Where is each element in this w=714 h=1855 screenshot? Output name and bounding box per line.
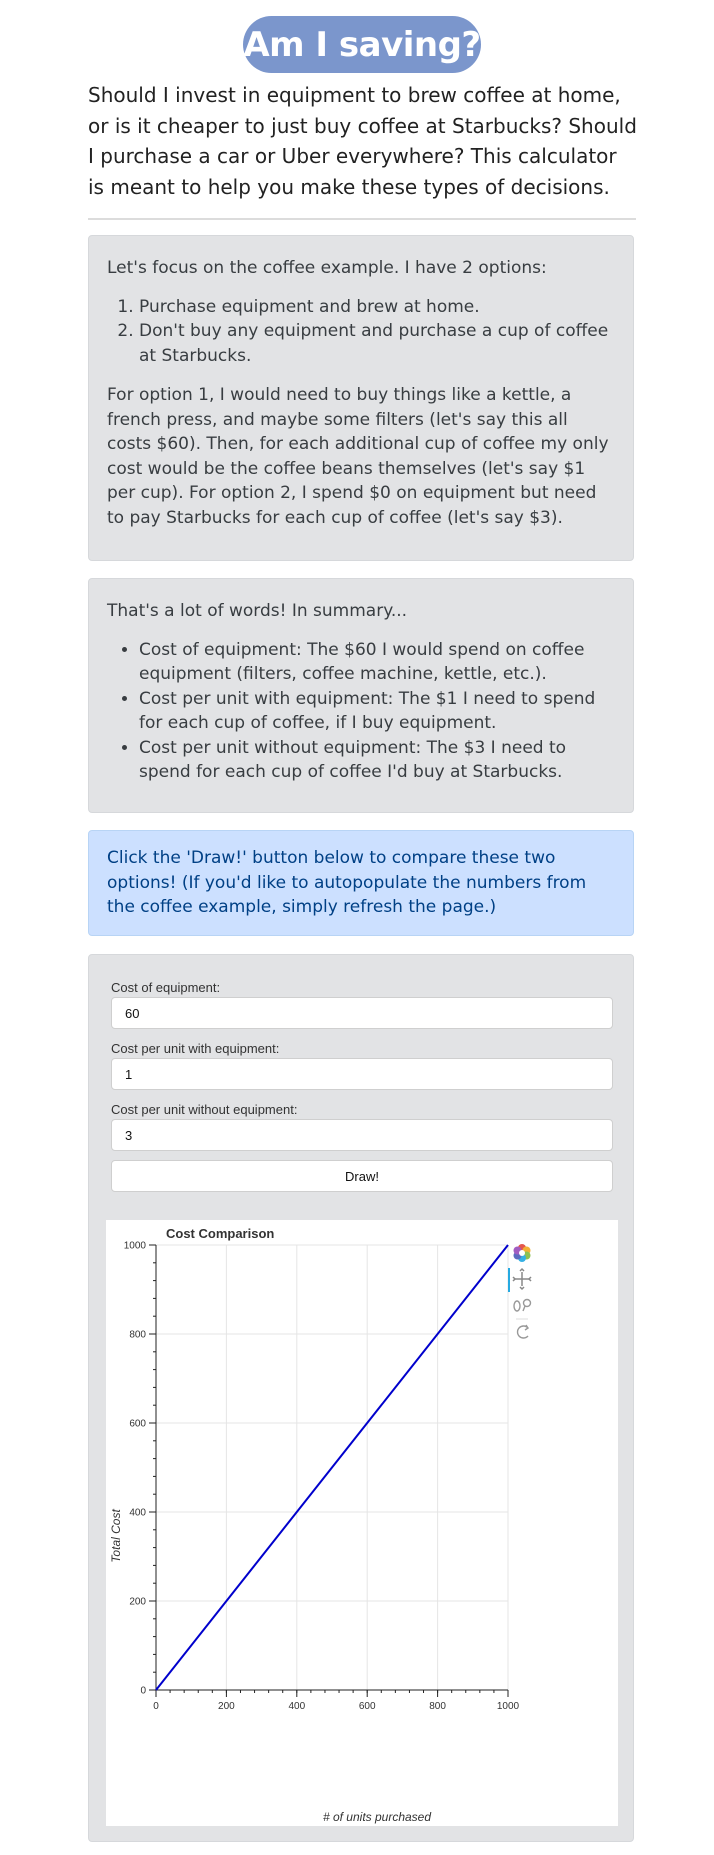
x-tick-label: 800 bbox=[429, 1701, 446, 1712]
pan-icon[interactable] bbox=[512, 1267, 532, 1291]
divider bbox=[88, 218, 636, 220]
equipment-cost-input[interactable]: 60 bbox=[111, 997, 613, 1029]
example-card: Let's focus on the coffee example. I hav… bbox=[88, 235, 634, 561]
example-body: For option 1, I would need to buy things… bbox=[107, 385, 609, 528]
example-lead: Let's focus on the coffee example. I hav… bbox=[107, 258, 547, 278]
chart-title: Cost Comparison bbox=[166, 1226, 274, 1241]
calculator-form: Cost of equipment: 60 Cost per unit with… bbox=[88, 954, 634, 1842]
info-alert: Click the 'Draw!' button below to compar… bbox=[88, 830, 634, 936]
equipment-label: Cost of equipment: bbox=[111, 980, 221, 995]
chart-axes: 0 200 400 600 800 1000 0 200 400 600 800 1000 bbox=[124, 1241, 520, 1713]
x-tick-label: 600 bbox=[359, 1701, 376, 1712]
draw-button[interactable]: Draw! bbox=[111, 1160, 613, 1192]
y-tick-label: 0 bbox=[140, 1686, 146, 1697]
summary-card: That's a lot of words! In summary... Cos… bbox=[88, 578, 634, 813]
x-tick-label: 0 bbox=[153, 1701, 159, 1712]
list-item: Don't buy any equipment and purchase a c… bbox=[139, 319, 615, 368]
with-equipment-label: Cost per unit with equipment: bbox=[111, 1041, 280, 1056]
cost-chart: Cost Comparison 0 200 400 600 800 1000 0 200 400… bbox=[106, 1220, 618, 1826]
x-tick-label: 1000 bbox=[497, 1701, 520, 1712]
summary-list: Cost of equipment: The $60 I would spend… bbox=[107, 638, 615, 785]
y-tick-label: 400 bbox=[129, 1508, 146, 1519]
x-axis-label: # of units purchased bbox=[323, 1810, 431, 1824]
y-tick-label: 600 bbox=[129, 1419, 146, 1430]
chart-series bbox=[155, 1244, 509, 1691]
list-item: Purchase equipment and brew at home. bbox=[139, 295, 615, 320]
active-tool-indicator bbox=[508, 1268, 510, 1292]
wheel-zoom-icon[interactable] bbox=[513, 1298, 532, 1312]
unit-cost-without-input[interactable]: 3 bbox=[111, 1119, 613, 1151]
page-title: Am I saving? bbox=[243, 16, 481, 73]
list-item: Cost per unit without equipment: The $3 … bbox=[139, 736, 615, 785]
series-line bbox=[155, 1244, 509, 1691]
intro-paragraph: Should I invest in equipment to brew cof… bbox=[88, 83, 637, 199]
y-tick-label: 200 bbox=[129, 1597, 146, 1608]
list-item: Cost per unit with equipment: The $1 I n… bbox=[139, 687, 615, 736]
y-tick-label: 800 bbox=[129, 1330, 146, 1341]
reset-icon[interactable] bbox=[516, 1324, 529, 1339]
x-tick-label: 200 bbox=[218, 1701, 235, 1712]
list-item: Cost of equipment: The $60 I would spend… bbox=[139, 638, 615, 687]
x-tick-label: 400 bbox=[288, 1701, 305, 1712]
y-axis-label: Total Cost bbox=[109, 1509, 123, 1563]
y-tick-label: 1000 bbox=[124, 1241, 147, 1252]
without-equipment-label: Cost per unit without equipment: bbox=[111, 1102, 298, 1117]
bokeh-logo-icon[interactable] bbox=[513, 1244, 531, 1262]
summary-lead: That's a lot of words! In summary... bbox=[107, 601, 408, 621]
unit-cost-with-input[interactable]: 1 bbox=[111, 1058, 613, 1090]
example-options: Purchase equipment and brew at home. Don… bbox=[107, 295, 615, 369]
